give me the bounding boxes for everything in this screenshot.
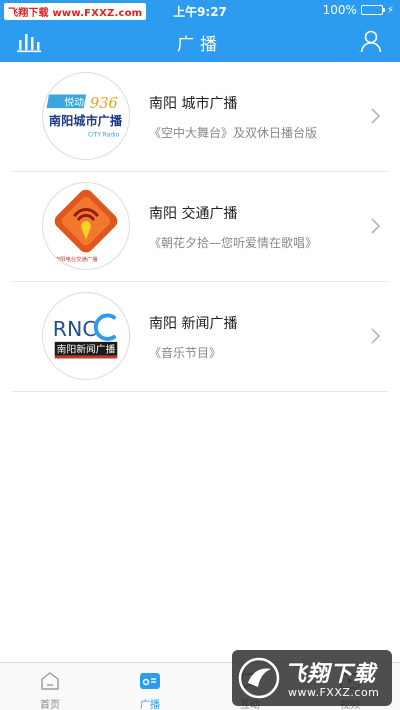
tab-label: 广播 xyxy=(140,700,160,710)
battery-icon xyxy=(360,5,385,15)
chevron-right-icon xyxy=(371,328,381,344)
traffic-radio-logo: 南阳电台交通广播 xyxy=(42,182,130,270)
charging-icon: ⚡ xyxy=(386,4,394,16)
home-icon xyxy=(41,672,59,690)
news-radio-logo: RNC 南阳新闻广播 xyxy=(42,292,130,380)
watermark-title: 飞翔下载 xyxy=(284,662,377,687)
city-logo-sub-text: CITY Radio xyxy=(88,133,120,139)
city-logo-freq: 936 xyxy=(90,95,118,112)
city-logo-main-text: 南阳城市广播 xyxy=(49,113,123,128)
user-icon[interactable] xyxy=(358,28,384,54)
chevron-right-icon xyxy=(371,218,381,234)
traffic-logo-caption: 南阳电台交通广播 xyxy=(55,255,99,263)
station-name: 南阳 城市广播 xyxy=(149,96,238,112)
nav-bar: 广播 xyxy=(0,22,400,62)
station-row-news[interactable]: RNC 南阳新闻广播 南阳 新闻广播 《音乐节目》 xyxy=(12,282,388,392)
station-program: 《音乐节目》 xyxy=(149,346,222,360)
station-program: 《空中大舞台》及双休日播台版 xyxy=(149,126,318,140)
tab-radio[interactable]: 广播 xyxy=(100,663,200,710)
battery-percent: 100% xyxy=(322,3,357,17)
news-logo-main-text: 南阳新闻广播 xyxy=(57,343,116,356)
radio-icon xyxy=(140,673,160,689)
chevron-right-icon xyxy=(371,108,381,124)
city-radio-logo: 悦动 936 南阳城市广播 CITY Radio xyxy=(42,72,130,160)
tab-label: 首页 xyxy=(40,700,60,710)
news-logo-letters: RNC xyxy=(53,317,97,341)
watermark-overlay: 飞翔下载 www.FXXZ.com xyxy=(232,650,392,706)
station-name: 南阳 交通广播 xyxy=(149,206,238,222)
status-bar: 飞翔下载 www.FXXZ.com 上午9:27 100% ⚡ xyxy=(0,0,400,22)
station-name: 南阳 新闻广播 xyxy=(149,316,238,332)
tab-home[interactable]: 首页 xyxy=(0,663,100,710)
watermark-url: www.FXXZ.com xyxy=(288,686,380,699)
station-program: 《朝花夕拾—您听爱情在歌唱》 xyxy=(149,236,318,250)
status-right: 100% ⚡ xyxy=(323,3,394,17)
station-list: 悦动 936 南阳城市广播 CITY Radio 南阳 城市广播 《空中大舞台》… xyxy=(0,62,400,392)
station-row-city[interactable]: 悦动 936 南阳城市广播 CITY Radio 南阳 城市广播 《空中大舞台》… xyxy=(12,62,388,172)
watermark-logo xyxy=(238,657,280,699)
page-title: 广播 xyxy=(177,35,223,55)
city-logo-top-text: 悦动 xyxy=(65,95,85,108)
station-row-traffic[interactable]: 南阳电台交通广播 南阳 交通广播 《朝花夕拾—您听爱情在歌唱》 xyxy=(12,172,388,282)
